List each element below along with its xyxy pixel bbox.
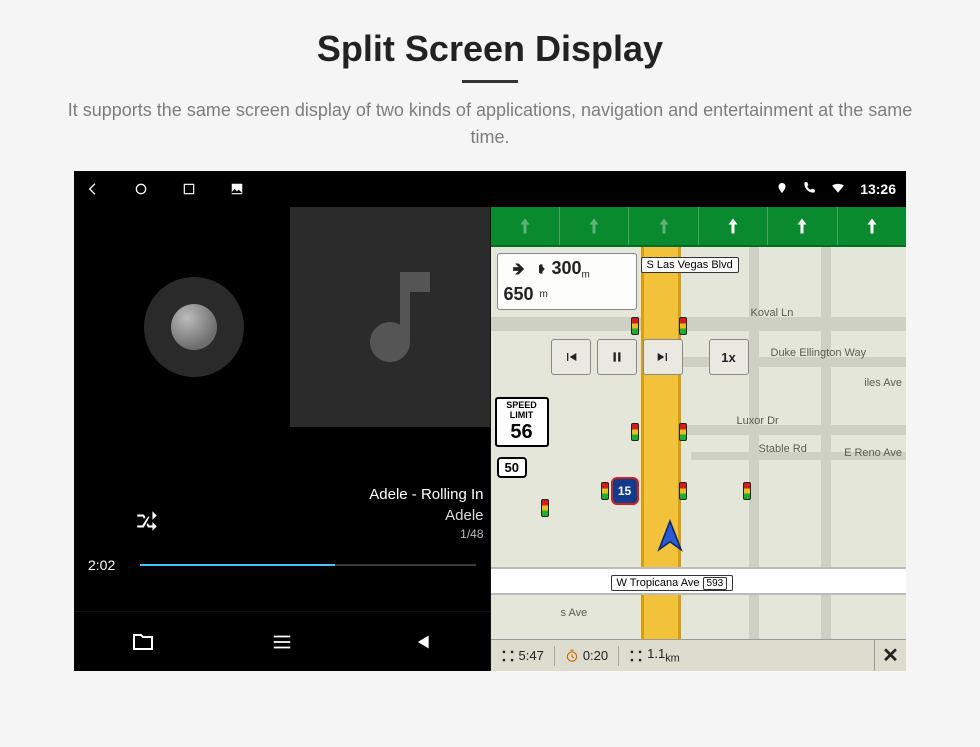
navigation-pane: S Las Vegas Blvd W Tropicana Ave 593 Kov… (491, 207, 907, 671)
lane-arrow-icon (838, 207, 906, 245)
road-name: Duke Ellington Way (771, 347, 867, 359)
device-mock: 13:26 Adele - Rolling In Adele 1/48 (74, 171, 906, 671)
remaining-time: 0:20 (555, 648, 618, 663)
route-speed-button[interactable]: 1x (709, 339, 749, 375)
player-controls (74, 611, 490, 671)
speed-limit-sign: SPEED LIMIT 56 (495, 397, 549, 447)
route-next-button[interactable] (643, 339, 683, 375)
shuffle-icon[interactable] (134, 508, 160, 539)
folder-button[interactable] (119, 618, 167, 666)
traffic-light-icon (679, 317, 687, 335)
track-title: Adele - Rolling In (369, 484, 483, 505)
page-subtitle: It supports the same screen display of t… (60, 97, 920, 151)
eta: 5:47 (491, 648, 554, 663)
close-button[interactable]: ✕ (874, 640, 906, 672)
lane-guidance (491, 207, 907, 247)
road-name: iles Ave (864, 377, 902, 389)
phone-icon (802, 181, 816, 198)
title-divider (462, 80, 518, 83)
turn-distance: 650 (504, 284, 534, 305)
lane-arrow-icon (699, 207, 768, 245)
recent-icon[interactable] (180, 180, 198, 198)
vehicle-cursor-icon (651, 518, 689, 561)
road-name: Koval Ln (751, 307, 794, 319)
track-artist: Adele (369, 505, 483, 526)
map-canvas[interactable]: S Las Vegas Blvd W Tropicana Ave 593 Kov… (491, 247, 907, 639)
traffic-light-icon (679, 423, 687, 441)
traffic-light-icon (601, 482, 609, 500)
turn-hud: 300m 650m (497, 253, 637, 310)
album-art (290, 207, 490, 427)
music-pane: Adele - Rolling In Adele 1/48 2:02 (74, 207, 491, 671)
route-playback-controls: 1x (551, 339, 749, 375)
road-name: E Reno Ave (844, 447, 902, 459)
lane-arrow-icon (768, 207, 837, 245)
route-pause-button[interactable] (597, 339, 637, 375)
back-icon[interactable] (84, 180, 102, 198)
page-title: Split Screen Display (0, 28, 980, 70)
picture-icon[interactable] (228, 180, 246, 198)
traffic-light-icon (631, 423, 639, 441)
status-bar: 13:26 (74, 171, 906, 207)
traffic-light-icon (743, 482, 751, 500)
playlist-button[interactable] (258, 618, 306, 666)
track-index: 1/48 (369, 526, 483, 543)
location-icon (776, 181, 788, 198)
previous-button[interactable] (396, 618, 444, 666)
nav-info-bar: 5:47 0:20 1.1km ✕ (491, 639, 907, 671)
street-label: W Tropicana Ave 593 (611, 575, 734, 591)
street-label: S Las Vegas Blvd (641, 257, 739, 273)
traffic-light-icon (541, 499, 549, 517)
elapsed-time: 2:02 (88, 557, 128, 573)
remaining-distance: 1.1km (619, 646, 690, 665)
route-shield: 50 (497, 457, 527, 478)
home-icon[interactable] (132, 180, 150, 198)
joystick-control[interactable] (144, 277, 244, 377)
traffic-light-icon (679, 482, 687, 500)
track-meta: Adele - Rolling In Adele 1/48 (369, 484, 483, 543)
route-prev-button[interactable] (551, 339, 591, 375)
interstate-shield: 15 (611, 477, 639, 505)
road-name: Stable Rd (759, 443, 807, 455)
road-name: Luxor Dr (737, 415, 779, 427)
wifi-icon (830, 181, 846, 198)
clock: 13:26 (860, 181, 896, 197)
progress-bar[interactable] (140, 564, 476, 566)
road-name: s Ave (561, 607, 588, 619)
lane-arrow-icon (491, 207, 560, 245)
lane-arrow-icon (629, 207, 698, 245)
traffic-light-icon (631, 317, 639, 335)
lane-arrow-icon (560, 207, 629, 245)
